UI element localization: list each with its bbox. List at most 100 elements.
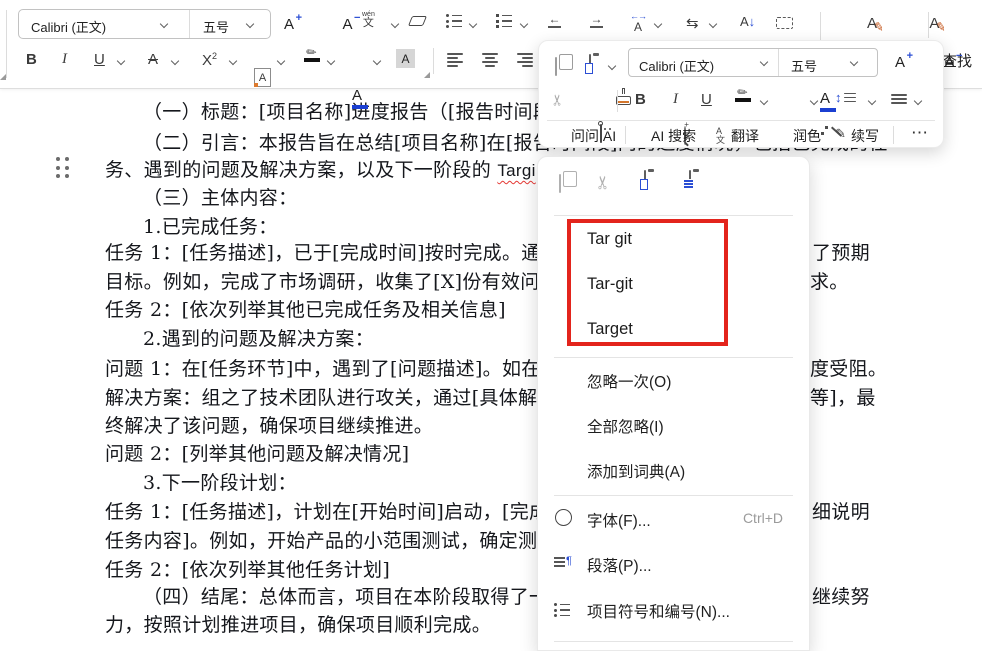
doc-line-tail: 等]，最 bbox=[810, 387, 876, 409]
doc-line: （三）主体内容： bbox=[143, 187, 297, 209]
borders-button[interactable] bbox=[891, 94, 907, 104]
paste-keep-text-icon[interactable] bbox=[689, 170, 691, 189]
doc-line-tail: 了预期 bbox=[812, 242, 870, 264]
clear-formatting-icon[interactable] bbox=[408, 16, 427, 26]
sort-button[interactable]: A↓ bbox=[740, 15, 755, 28]
chevron-down-icon[interactable] bbox=[709, 20, 717, 28]
doc-line: 问题 1：在[任务环节]中，遇到了[问题描述]。如在产 bbox=[105, 358, 560, 380]
doc-line: 1.已完成任务： bbox=[143, 216, 278, 238]
wrap-text-button[interactable]: ⇆ bbox=[686, 16, 699, 31]
doc-line: 任务 1：[任务描述]，已于[完成时间]按时完成。通 bbox=[105, 242, 541, 264]
doc-line: 任务 2：[依次列举其他任务计划] bbox=[105, 559, 390, 581]
align-right-button[interactable] bbox=[517, 53, 533, 67]
align-center-button[interactable] bbox=[482, 53, 498, 67]
highlight-color-button[interactable]: ✎ bbox=[735, 88, 751, 102]
font-color-button[interactable]: A bbox=[820, 91, 836, 112]
adjust-width-button[interactable]: ←→A bbox=[630, 12, 646, 33]
chevron-down-icon[interactable] bbox=[654, 20, 662, 28]
chevron-down-icon[interactable] bbox=[160, 20, 168, 28]
chevron-down-icon[interactable] bbox=[117, 57, 125, 65]
chevron-down-icon[interactable] bbox=[914, 97, 922, 105]
italic-button[interactable]: I bbox=[673, 92, 678, 107]
phonetic-guide-button[interactable]: wén文 bbox=[362, 11, 375, 29]
doc-line: 务、遇到的问题及解决方案，以及下一阶段的 Targi bbox=[105, 159, 536, 182]
character-border-button[interactable]: A bbox=[254, 68, 271, 87]
doc-line: 目标。例如，完成了市场调研，收集了[X]份有效问 bbox=[105, 271, 540, 293]
paragraph-dialog-icon: ¶ bbox=[554, 556, 572, 567]
context-menu: ✂ Tar git Tar-git Target 忽略一次(O) 全部忽略(I)… bbox=[537, 156, 810, 651]
bold-button[interactable]: B bbox=[26, 52, 37, 67]
decrease-indent-button[interactable]: ← bbox=[548, 13, 561, 28]
copy-icon[interactable] bbox=[555, 57, 557, 76]
chevron-down-icon[interactable] bbox=[810, 97, 818, 105]
italic-button[interactable]: I bbox=[62, 52, 67, 67]
translate-button[interactable]: 翻译 bbox=[731, 126, 759, 146]
menu-item-ignore-once[interactable]: 忽略一次(O) bbox=[587, 370, 671, 392]
bullet-list-button[interactable] bbox=[446, 14, 462, 28]
paste-icon[interactable] bbox=[644, 170, 646, 189]
line-spacing-button[interactable]: ↕ bbox=[835, 90, 856, 105]
menu-item-add-to-dictionary[interactable]: 添加到词典(A) bbox=[587, 460, 685, 482]
chevron-down-icon[interactable] bbox=[277, 57, 285, 65]
polish-button[interactable]: 润色 bbox=[793, 126, 821, 146]
chevron-down-icon[interactable] bbox=[391, 20, 399, 28]
increase-indent-button[interactable]: → bbox=[590, 13, 603, 28]
increase-font-size-button[interactable]: A+ bbox=[895, 55, 905, 70]
doc-line: 问题 2：[列举其他问题及解决情况] bbox=[105, 443, 409, 465]
cut-icon[interactable]: ✂ bbox=[548, 94, 566, 107]
menu-item-font[interactable]: 字体(F)... bbox=[587, 509, 651, 531]
chevron-down-icon[interactable] bbox=[760, 97, 768, 105]
font-name-select[interactable]: Calibri (正文) bbox=[31, 17, 106, 36]
text-frame-button[interactable] bbox=[776, 17, 793, 29]
dialog-launcher-icon[interactable] bbox=[424, 72, 430, 78]
font-size-select[interactable]: 五号 bbox=[791, 56, 817, 75]
ask-ai-button[interactable]: 问问 AI bbox=[571, 126, 616, 146]
chevron-down-icon[interactable] bbox=[469, 20, 477, 28]
ai-search-button[interactable]: AI 搜索 bbox=[651, 126, 696, 146]
chevron-down-icon[interactable] bbox=[850, 58, 858, 66]
font-color-button[interactable]: A bbox=[352, 88, 368, 109]
underline-button[interactable]: U bbox=[94, 52, 105, 67]
bullets-numbering-icon bbox=[554, 603, 570, 617]
more-options-button[interactable]: ⋯ bbox=[911, 123, 929, 143]
paste-icon[interactable] bbox=[589, 54, 591, 73]
bold-button[interactable]: B bbox=[635, 92, 646, 107]
annotation-red-box bbox=[567, 219, 728, 346]
paragraph-drag-handle[interactable] bbox=[56, 157, 69, 178]
chevron-down-icon[interactable] bbox=[608, 62, 616, 70]
chevron-down-icon[interactable] bbox=[760, 58, 768, 66]
dialog-launcher-icon[interactable] bbox=[0, 74, 6, 80]
translate-icon: A文 bbox=[716, 127, 725, 145]
continue-writing-button[interactable]: 续写 bbox=[851, 126, 879, 146]
underline-button[interactable]: U bbox=[701, 92, 712, 107]
copy-icon[interactable] bbox=[559, 174, 561, 193]
chevron-down-icon[interactable] bbox=[868, 97, 876, 105]
strikethrough-button[interactable]: A bbox=[148, 52, 158, 67]
numbered-list-button[interactable] bbox=[496, 14, 512, 28]
decrease-font-size-button[interactable]: A− bbox=[342, 17, 352, 32]
doc-line: 2.遇到的问题及解决方案： bbox=[143, 328, 374, 350]
superscript-button[interactable]: X2 bbox=[202, 52, 217, 68]
menu-item-paragraph[interactable]: 段落(P)... bbox=[587, 554, 652, 576]
font-size-select[interactable]: 五号 bbox=[203, 17, 229, 36]
chevron-down-icon[interactable] bbox=[327, 57, 335, 65]
doc-line-tail: 继续努 bbox=[812, 586, 870, 608]
chevron-down-icon[interactable] bbox=[229, 57, 237, 65]
chevron-down-icon[interactable] bbox=[171, 57, 179, 65]
menu-item-bullets-numbering[interactable]: 项目符号和编号(N)... bbox=[587, 600, 730, 622]
cut-icon[interactable]: ✂ bbox=[593, 175, 614, 190]
align-left-button[interactable] bbox=[447, 53, 463, 67]
shortcut-label: Ctrl+D bbox=[743, 510, 783, 526]
chevron-down-icon[interactable] bbox=[520, 20, 528, 28]
chevron-down-icon[interactable] bbox=[246, 20, 254, 28]
menu-item-ignore-all[interactable]: 全部忽略(I) bbox=[587, 415, 664, 437]
chevron-down-icon[interactable] bbox=[373, 57, 381, 65]
increase-font-size-button[interactable]: A+ bbox=[284, 17, 294, 32]
decrease-font-size-button[interactable]: A− bbox=[944, 55, 954, 70]
character-shading-button[interactable]: A bbox=[396, 49, 415, 68]
continue-writing-icon: ✎ bbox=[835, 126, 846, 142]
text-tool-a-button[interactable]: A✎ bbox=[867, 15, 877, 32]
highlight-color-button[interactable]: ✎ bbox=[304, 48, 320, 62]
font-name-select[interactable]: Calibri (正文) bbox=[639, 56, 714, 75]
text-effects-a-button[interactable]: A✎ bbox=[929, 15, 939, 32]
